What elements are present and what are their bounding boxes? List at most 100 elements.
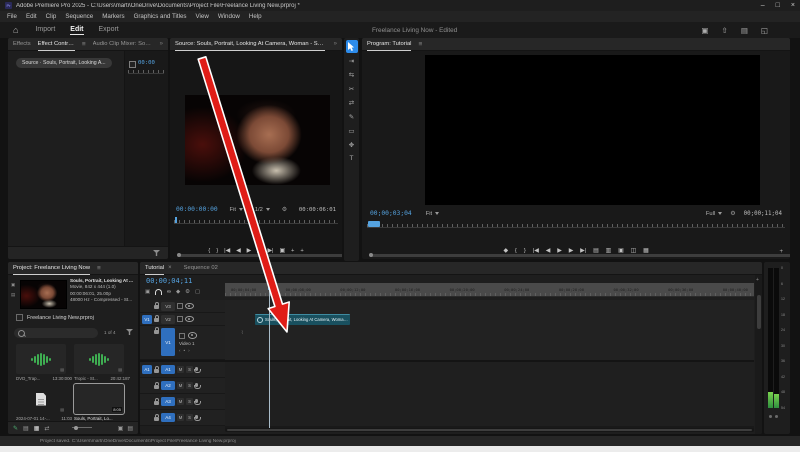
source-patch-video[interactable]: V1 (142, 314, 152, 324)
tab-import[interactable]: Import (35, 26, 55, 35)
project-item-audio-2[interactable]: ▤ (74, 344, 124, 374)
quick-export-icon[interactable]: ⇧ (722, 26, 728, 35)
sync-lock-icon[interactable] (177, 316, 183, 322)
mute-button[interactable]: M (177, 398, 184, 405)
button-editor-plus[interactable]: + (779, 249, 783, 255)
source-video-frame[interactable] (185, 95, 330, 185)
rectangle-tool[interactable]: ▭ (346, 124, 358, 137)
track-lane-v2[interactable]: Souls, Portrait, Looking At Camera, Woma… (225, 313, 754, 327)
go-to-in-button[interactable]: |◀ (224, 248, 230, 254)
go-to-out-button[interactable]: ▶| (580, 248, 586, 254)
meter-mute-dot[interactable] (769, 415, 772, 418)
automate-sequence-button[interactable]: ▣ (118, 425, 124, 432)
tab-audio-clip-mixer[interactable]: Audio Clip Mixer: Souls, Portrait, Look (93, 41, 153, 47)
program-playhead[interactable] (368, 221, 380, 227)
ripple-edit-tool[interactable]: ⇆ (346, 68, 358, 81)
timeline-h-scrollbar[interactable] (225, 428, 754, 432)
track-output-eye-icon[interactable] (188, 332, 197, 339)
progress-dashboard-icon[interactable]: ▤ (741, 26, 748, 35)
pen-tool[interactable]: ✎ (346, 110, 358, 123)
source-patch-audio[interactable]: A1 (142, 365, 152, 374)
voiceover-mic-icon[interactable] (193, 366, 201, 373)
track-lane-v1[interactable]: ⌇ (225, 326, 754, 361)
playhead-handle[interactable] (268, 283, 271, 290)
writable-pencil-icon[interactable]: ✎ (13, 425, 18, 432)
selection-tool[interactable] (345, 40, 358, 53)
solo-button[interactable]: S (186, 366, 193, 373)
track-lane-v3[interactable] (225, 300, 754, 314)
list-view-button[interactable]: ▤ (23, 425, 29, 432)
go-to-in-button[interactable]: |◀ (533, 248, 539, 254)
track-output-eye-icon[interactable] (185, 302, 194, 310)
sort-icons-button[interactable]: ⇄ (44, 425, 49, 432)
close-button[interactable]: × (791, 2, 795, 9)
play-button[interactable]: ▶ (557, 248, 561, 254)
next-keyframe-icon[interactable]: › (188, 348, 190, 353)
tab-project[interactable]: Project: Freelance Living Now (13, 262, 91, 275)
tab-overflow-icon[interactable]: » (160, 41, 163, 47)
menu-file[interactable]: File (7, 13, 17, 20)
program-settings-icon[interactable]: ⚙ (730, 210, 735, 217)
track-target-a3[interactable]: A3 (161, 397, 175, 406)
tab-program[interactable]: Program: Tutorial (367, 38, 412, 51)
track-lane-a1[interactable] (225, 362, 754, 379)
lock-icon[interactable] (154, 397, 159, 405)
tab-export[interactable]: Export (99, 26, 119, 35)
tab-overflow-icon[interactable]: » (334, 41, 337, 47)
menu-markers[interactable]: Markers (102, 13, 124, 20)
mark-out-button[interactable]: } (524, 248, 526, 254)
voiceover-mic-icon[interactable] (193, 398, 201, 405)
go-to-out-button[interactable]: ▶| (268, 248, 274, 254)
export-frame-button[interactable]: ▣ (618, 248, 623, 254)
comparison-view-button[interactable]: ◫ (631, 248, 636, 254)
home-icon[interactable]: ⌂ (13, 25, 18, 35)
voiceover-mic-icon[interactable] (193, 414, 201, 421)
track-lane-a4[interactable] (225, 410, 754, 427)
step-back-button[interactable]: ◀ (546, 248, 550, 254)
menu-window[interactable]: Window (218, 13, 240, 20)
playhead-line[interactable] (269, 290, 270, 430)
type-tool[interactable]: T (346, 152, 358, 165)
menu-edit[interactable]: Edit (26, 13, 37, 20)
search-input[interactable] (14, 328, 98, 338)
menu-clip[interactable]: Clip (46, 13, 57, 20)
mute-button[interactable]: M (177, 414, 184, 421)
snap-magnet-icon[interactable] (155, 289, 163, 295)
lock-icon[interactable] (154, 315, 159, 322)
project-item-video-selected[interactable]: 8:05 (73, 383, 125, 415)
track-lane-a3[interactable] (225, 394, 754, 411)
track-target-v2[interactable]: V2 (161, 314, 175, 324)
program-zoom-scrollbar[interactable] (369, 253, 790, 257)
new-item-button[interactable]: ▤ (127, 425, 133, 432)
track-target-v3[interactable]: V3 (161, 301, 175, 311)
meter-solo-dot[interactable] (775, 415, 778, 418)
source-mini-ruler[interactable] (174, 220, 338, 224)
mark-in-button[interactable]: { (208, 248, 210, 254)
hand-tool[interactable]: ✥ (346, 138, 358, 151)
track-target-a1[interactable]: A1 (161, 365, 175, 374)
tab-effect-controls[interactable]: Effect Controls (37, 38, 75, 51)
tab-effects[interactable]: Effects (13, 41, 31, 47)
sync-lock-icon[interactable] (177, 303, 183, 309)
source-zoom-scrollbar[interactable] (177, 253, 342, 257)
source-playhead[interactable] (175, 217, 177, 223)
track-target-a4[interactable]: A4 (161, 413, 175, 422)
program-zoom-select[interactable]: Fit (426, 211, 440, 217)
timeline-v-scrollbar[interactable]: + (755, 275, 762, 434)
track-output-eye-icon[interactable] (185, 315, 194, 323)
mute-button[interactable]: M (177, 382, 184, 389)
zoom-in-icon[interactable]: + (756, 277, 759, 283)
add-keyframe-icon[interactable]: • (184, 348, 186, 353)
zoom-slider-knob[interactable] (74, 425, 78, 430)
fullscreen-icon[interactable]: ◱ (761, 26, 768, 35)
tab-sequence-tutorial[interactable]: Tutorial (145, 262, 165, 275)
track-lane-a2[interactable] (225, 378, 754, 395)
source-resolution-select[interactable]: 1/2 (255, 207, 270, 213)
preview-thumbnail[interactable] (20, 280, 67, 309)
panel-menu-icon[interactable]: ≡ (418, 41, 422, 48)
solo-button[interactable]: S (186, 398, 193, 405)
voiceover-mic-icon[interactable] (193, 382, 201, 389)
mute-button[interactable]: M (177, 366, 184, 373)
workspaces-icon[interactable]: ▣ (701, 26, 708, 35)
menu-sequence[interactable]: Sequence (65, 13, 93, 20)
